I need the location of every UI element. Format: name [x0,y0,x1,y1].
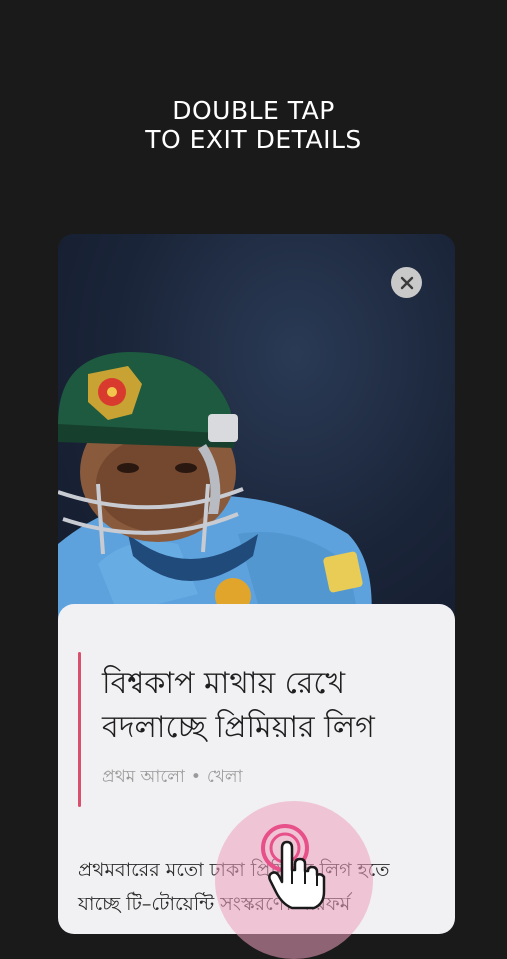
article-headline[interactable]: বিশ্বকাপ মাথায় রেখে বদলাচ্ছে প্রিমিয়ার… [102,662,442,750]
gesture-hint: DOUBLE TAP TO EXIT DETAILS [0,96,507,154]
article-source: প্রথম আলো [102,767,185,787]
gesture-hint-line2: TO EXIT DETAILS [145,125,362,154]
close-button[interactable] [391,267,422,298]
gesture-hint-line1: DOUBLE TAP [172,96,335,125]
headline-line1: বিশ্বকাপ মাথায় রেখে [102,666,346,701]
article-meta: প্রথম আলো • খেলা [102,764,243,792]
article-category: খেলা [206,767,243,787]
meta-separator: • [190,767,201,787]
headline-line2: বদলাচ্ছে প্রিমিয়ার লিগ [102,710,375,745]
close-icon [400,276,413,289]
accent-bar [78,652,81,807]
cricketer-photo [58,234,455,634]
